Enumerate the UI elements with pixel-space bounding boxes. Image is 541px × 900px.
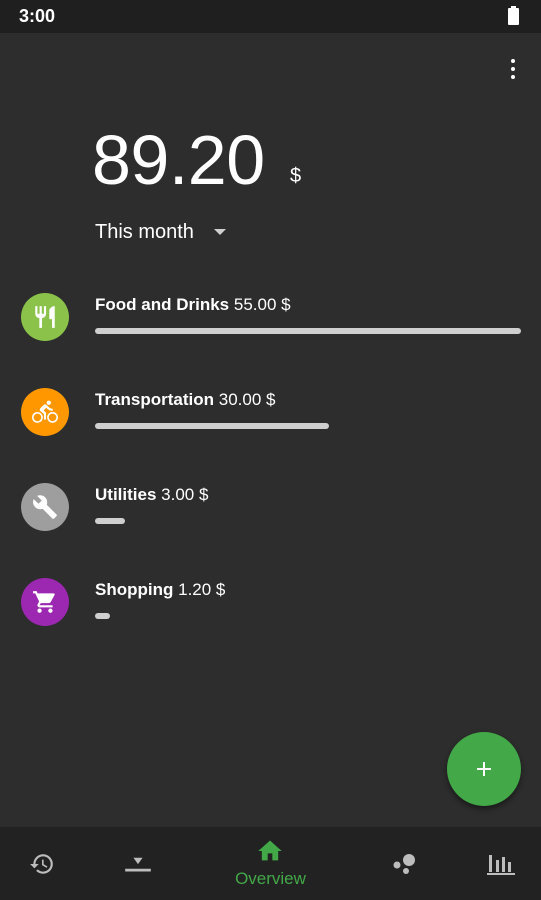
battery-icon (508, 6, 519, 25)
restaurant-icon (21, 293, 69, 341)
app-screen: 3:00 89.20 $ This month Food and Drinks … (0, 0, 541, 900)
category-row-utilities[interactable]: Utilities 3.00 $ (0, 483, 541, 543)
category-amount: 3.00 $ (161, 485, 209, 504)
category-row-shopping[interactable]: Shopping 1.20 $ (0, 578, 541, 638)
wrench-icon (21, 483, 69, 531)
category-amount: 30.00 $ (218, 390, 276, 409)
import-icon (125, 857, 151, 872)
add-expense-button[interactable] (447, 732, 521, 806)
bar-chart-icon (487, 855, 515, 875)
nav-item-statistics[interactable] (456, 827, 541, 900)
category-name: Shopping (95, 580, 174, 599)
category-name: Transportation (95, 390, 215, 409)
period-selector[interactable]: This month (95, 216, 226, 248)
category-share-bar (95, 518, 125, 524)
bicycle-icon (21, 388, 69, 436)
total-currency: $ (290, 165, 302, 187)
bottom-navigation: Overview (0, 827, 541, 900)
history-icon (30, 854, 53, 874)
home-icon (258, 840, 282, 861)
nav-item-bubbles[interactable] (365, 827, 450, 900)
bubbles-icon (393, 854, 415, 874)
category-text: Utilities 3.00 $ (95, 485, 208, 505)
total-amount: 89.20 (92, 121, 265, 199)
nav-label-overview: Overview (235, 869, 306, 888)
status-bar: 3:00 (0, 0, 541, 33)
category-share-bar (95, 423, 329, 429)
category-text: Transportation 30.00 $ (95, 390, 275, 410)
category-name: Utilities (95, 485, 157, 504)
category-amount: 1.20 $ (178, 580, 226, 599)
category-amount: 55.00 $ (233, 295, 291, 314)
nav-item-overview[interactable]: Overview (220, 827, 321, 900)
category-share-bar (95, 328, 521, 334)
more-options-icon[interactable] (498, 54, 528, 84)
plus-icon (477, 762, 491, 776)
category-name: Food and Drinks (95, 295, 230, 314)
period-label: This month (95, 220, 194, 243)
category-row-food-and-drinks[interactable]: Food and Drinks 55.00 $ (0, 293, 541, 353)
dropdown-arrow-icon (213, 229, 226, 235)
category-text: Shopping 1.20 $ (95, 580, 225, 600)
status-time: 3:00 (19, 6, 56, 26)
nav-item-history[interactable] (0, 827, 85, 900)
shopping-cart-icon (21, 578, 69, 626)
category-text: Food and Drinks 55.00 $ (95, 295, 291, 315)
category-share-bar (95, 613, 110, 619)
nav-item-import[interactable] (95, 827, 180, 900)
category-row-transportation[interactable]: Transportation 30.00 $ (0, 388, 541, 448)
